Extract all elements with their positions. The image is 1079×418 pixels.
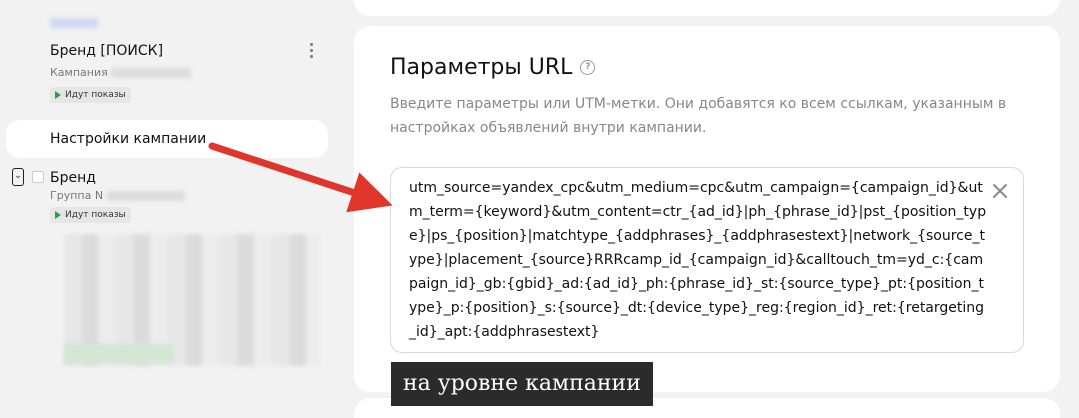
url-params-textarea[interactable]: utm_source=yandex_cpc&utm_medium=cpc&utm… xyxy=(390,167,1024,353)
blurred-group-id xyxy=(106,191,185,201)
status-badge-label: Идут показы xyxy=(65,90,126,100)
status-badge: Идут показы xyxy=(50,87,131,103)
campaign-tree-sidebar: Бренд [ПОИСК] Кампания Идут показы Настр… xyxy=(0,0,340,406)
play-icon xyxy=(55,211,61,219)
annotation-caption: на уровне кампании xyxy=(391,362,653,406)
help-icon[interactable]: ? xyxy=(580,60,596,75)
sidebar-item-label: Настройки кампании xyxy=(50,131,207,147)
group-subtitle: Группа N xyxy=(50,189,185,203)
url-params-value[interactable]: utm_source=yandex_cpc&utm_medium=cpc&utm… xyxy=(409,176,991,344)
more-options-icon[interactable] xyxy=(310,43,314,58)
previous-section-panel xyxy=(354,0,1060,16)
section-title: Параметры URL ? xyxy=(390,55,596,80)
status-badge: Идут показы xyxy=(50,207,131,223)
chevron-down-icon[interactable]: ⌄ xyxy=(12,168,24,186)
group-checkbox[interactable] xyxy=(32,171,44,183)
group-title: Бренд xyxy=(50,170,96,186)
campaign-title: Бренд [ПОИСК] xyxy=(50,43,164,59)
group-subtitle-label: Группа N xyxy=(50,189,104,202)
status-badge-label: Идут показы xyxy=(65,210,126,220)
campaign-subtitle: Кампания xyxy=(50,66,192,80)
blurred-campaign-id xyxy=(111,68,192,78)
url-params-panel: Параметры URL ? Введите параметры или UT… xyxy=(354,26,1060,392)
close-icon[interactable] xyxy=(991,182,1009,200)
ad-group-item[interactable]: Бренд Группа N Идут показы xyxy=(50,169,185,223)
blurred-ad-thumb xyxy=(64,344,174,364)
sidebar-item-campaign-settings[interactable]: Настройки кампании xyxy=(6,120,328,158)
campaign-item[interactable]: Бренд [ПОИСК] Кампания Идут показы xyxy=(50,42,192,103)
play-icon xyxy=(55,91,61,99)
section-title-text: Параметры URL xyxy=(390,55,573,80)
blurred-header xyxy=(50,18,98,28)
section-description: Введите параметры или UTM-метки. Они доб… xyxy=(390,96,1007,136)
campaign-subtitle-label: Кампания xyxy=(50,66,108,79)
